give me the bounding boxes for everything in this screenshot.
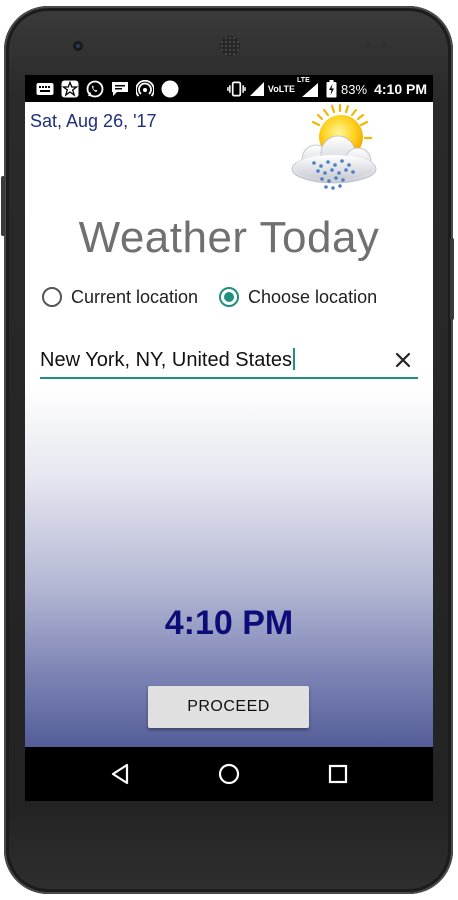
radio-current-location[interactable]: Current location — [42, 283, 198, 311]
earpiece-speaker — [220, 36, 240, 56]
vibrate-icon — [227, 81, 246, 98]
date-label: Sat, Aug 26, '17 — [30, 111, 157, 131]
status-time: 4:10 PM — [374, 81, 427, 97]
text-cursor — [293, 348, 295, 370]
radio-choose-location[interactable]: Choose location — [219, 283, 377, 311]
circle-icon — [160, 80, 179, 98]
star-icon — [60, 80, 79, 98]
signal-icon — [249, 81, 264, 98]
device-frame: VoLTE LTE 83% 4:10 PM Sat, Aug 26, '17 W… — [0, 0, 458, 900]
side-button — [1, 176, 5, 236]
radio-label-choose: Choose location — [248, 286, 378, 307]
battery-percent: 83% — [341, 81, 368, 97]
lte-signal-icon: LTE — [297, 77, 321, 98]
location-input[interactable]: New York, NY, United States — [40, 347, 418, 379]
weather-app: Sat, Aug 26, '17 Weather Today Current l… — [25, 102, 433, 747]
back-icon[interactable] — [102, 756, 138, 792]
keyboard-icon — [35, 81, 54, 98]
clear-icon[interactable] — [391, 348, 415, 372]
sun-cloud-snow-icon — [291, 103, 377, 190]
status-bar: VoLTE LTE 83% 4:10 PM — [25, 75, 433, 102]
recents-icon[interactable] — [320, 756, 356, 792]
whatsapp-icon — [85, 80, 104, 98]
phone-screen: VoLTE LTE 83% 4:10 PM Sat, Aug 26, '17 W… — [25, 75, 433, 801]
proximity-sensor — [366, 42, 372, 48]
message-icon — [110, 81, 129, 98]
radio-label-current: Current location — [71, 286, 199, 307]
hotspot-icon — [135, 80, 154, 98]
proceed-button[interactable]: PROCEED — [148, 686, 309, 728]
radio-button-current[interactable] — [42, 287, 62, 307]
navigation-bar — [25, 747, 433, 801]
volume-button — [450, 238, 454, 320]
clock-display: 4:10 PM — [164, 604, 294, 642]
battery-icon — [325, 80, 337, 98]
light-sensor — [382, 42, 388, 48]
volte-label: VoLTE — [267, 84, 296, 94]
home-icon[interactable] — [211, 756, 247, 792]
front-camera — [73, 41, 83, 51]
radio-button-choose[interactable] — [219, 287, 239, 307]
app-title: Weather Today — [78, 213, 380, 262]
location-input-value[interactable]: New York, NY, United States — [40, 349, 292, 371]
lte-label: LTE — [297, 76, 310, 84]
